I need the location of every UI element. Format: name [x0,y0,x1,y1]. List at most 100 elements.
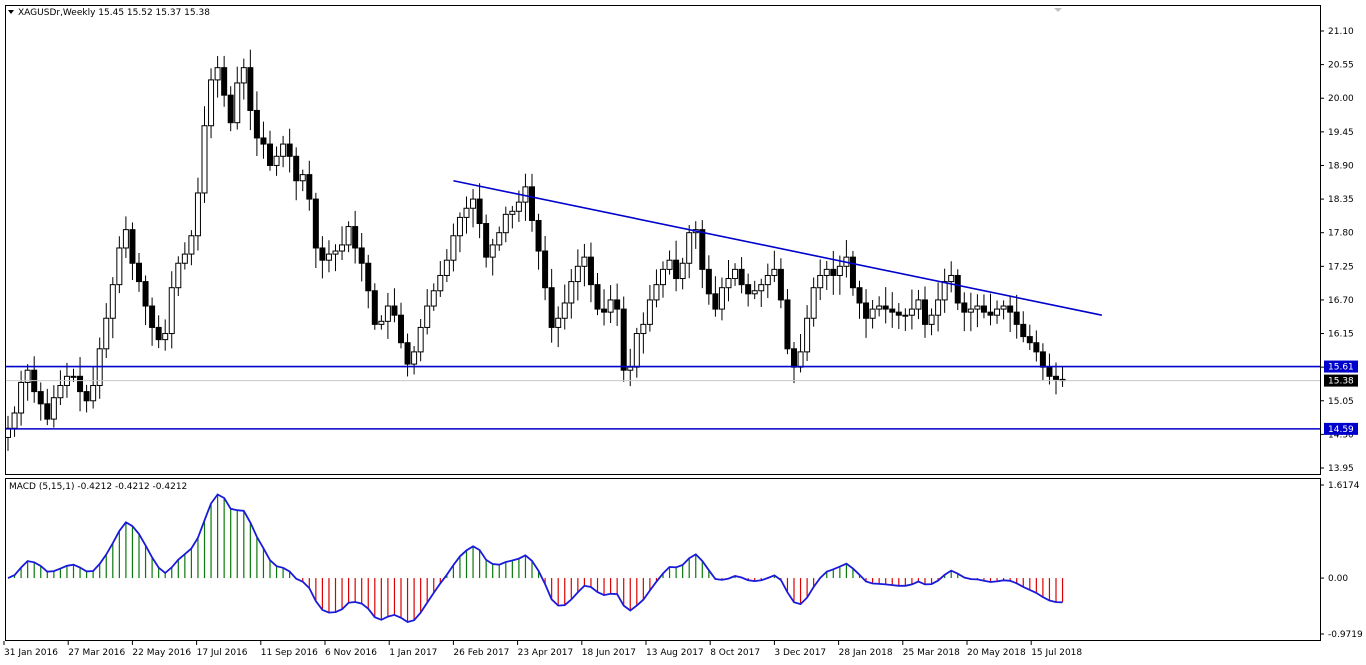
candle-body [463,207,470,218]
candle-body [378,320,385,325]
time-tick-label: 8 Oct 2017 [710,648,760,658]
candle-body [764,274,771,286]
candle-body [771,268,778,276]
candle-body [175,262,182,289]
candle-body [280,143,287,157]
price-tick-label: 17.80 [1328,229,1354,239]
candle-body [44,403,51,420]
candle-body [293,155,300,182]
candle-body [745,284,752,295]
candle-body [620,308,627,371]
candle-body [660,268,666,286]
candle-body [306,174,313,200]
candle-body [470,198,477,209]
candle-body [915,299,922,310]
candle-body [718,287,725,310]
candle-body [384,305,391,322]
candle-body [188,235,195,255]
candle-body [574,265,581,283]
candle-body [928,314,935,325]
candle-body [208,79,215,127]
time-tick-label: 18 Jun 2017 [582,648,636,658]
candle-body [476,198,483,225]
candle-body [895,311,902,316]
candle-body [90,384,97,402]
candle-body [804,317,811,353]
candle-body [240,67,247,84]
candle-body [922,299,928,325]
candle-body [398,314,404,344]
candle-body [11,412,18,429]
scroll-marker-icon [1054,8,1062,12]
candle-body [777,268,784,301]
candle-body [1020,323,1027,338]
candle-body [424,305,431,328]
candle-body [260,137,267,145]
candle-body [312,198,319,249]
price-levels [6,179,1320,430]
price-pane-frame [5,5,1321,475]
candle-body [594,284,601,310]
price-tick-label: 20.00 [1328,94,1354,104]
candle-body [601,308,608,313]
candle-body [181,253,188,264]
candle-body [1007,305,1014,313]
candle-body [791,348,797,368]
candle-body [640,323,647,335]
candle-body [1053,375,1059,380]
candle-body [286,143,293,157]
candle-body [561,302,568,319]
time-tick-label: 11 Sep 2016 [261,648,318,658]
candle-body [555,317,562,328]
candle-body [483,223,490,258]
candle-body [103,317,110,350]
candle-body [411,351,418,365]
candle-body [1039,351,1046,368]
candle-body [168,287,175,335]
chart-canvas: XAGUSDr,Weekly 15.45 15.52 15.37 15.38 M… [3,5,1363,658]
candle-body [149,305,156,328]
candle-body [77,375,84,393]
candle-body [50,397,57,420]
time-tick-label: 27 Mar 2016 [68,648,125,658]
time-tick-label: 22 May 2016 [132,648,191,658]
candle-body [830,268,837,276]
candle-body [751,290,758,295]
price-tick-label: 16.70 [1328,296,1354,306]
menu-triangle-icon[interactable] [8,10,14,14]
candle-body [319,247,326,261]
candle-body [849,256,856,289]
price-tick-label: 16.15 [1328,330,1354,340]
candle-body [954,274,961,304]
candle-body [496,232,503,246]
candle-body [646,299,653,325]
candle-body [836,265,843,276]
candle-body [221,67,228,96]
candle-body [607,299,614,313]
price-tick-label: 18.90 [1328,161,1354,171]
candle-body [653,284,660,301]
candle-body [437,274,444,292]
macd-axis: 1.6174 0.00 -0.9719 [1320,481,1363,640]
candle-body [823,268,830,276]
candle-body [587,256,594,286]
candle-body [273,155,280,166]
candle-body [548,287,555,328]
candle-body [967,308,974,313]
candle-body [162,333,169,341]
time-axis: 31 Jan 2016 27 Mar 2016 22 May 2016 17 Jul … [3,641,1082,658]
candle-body [267,143,273,166]
candle-body [673,259,680,280]
macd-signal-line [7,493,1063,623]
candle-body [542,250,549,289]
candle-body [194,192,201,237]
time-tick-label: 13 Aug 2017 [646,648,704,658]
candle-body [725,278,732,289]
candle-body [1046,366,1053,377]
price-tick-label: 18.35 [1328,195,1354,205]
candle-body [391,305,398,316]
candle-body [352,226,359,249]
candle-body [686,232,693,264]
candle-body [456,216,463,237]
time-tick-label: 31 Jan 2016 [4,648,58,658]
